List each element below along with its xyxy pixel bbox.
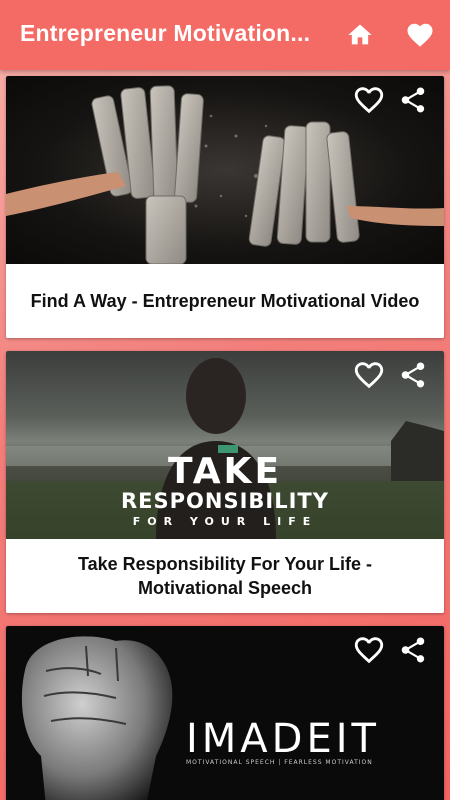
video-title[interactable]: Find A Way - Entrepreneur Motivational V… bbox=[6, 264, 444, 338]
video-title[interactable]: Take Responsibility For Your Life - Moti… bbox=[6, 539, 444, 613]
thumb-text-responsibility: RESPONSIBILITY bbox=[121, 489, 329, 513]
thumb-text-subtitle: MOTIVATIONAL SPEECH | FEARLESS MOTIVATIO… bbox=[186, 759, 373, 766]
thumb-text-take: TAKE bbox=[167, 451, 283, 492]
app-bar: Entrepreneur Motivation... bbox=[0, 0, 450, 70]
home-icon bbox=[348, 24, 372, 45]
video-card[interactable]: Find A Way - Entrepreneur Motivational V… bbox=[6, 76, 444, 338]
favorite-button[interactable] bbox=[351, 632, 387, 668]
share-button[interactable] bbox=[395, 82, 431, 118]
video-list[interactable]: Find A Way - Entrepreneur Motivational V… bbox=[0, 70, 450, 800]
heart-icon bbox=[407, 23, 433, 47]
app-title: Entrepreneur Motivation... bbox=[20, 20, 311, 46]
heart-outline-icon bbox=[354, 87, 384, 114]
share-icon bbox=[401, 362, 425, 388]
share-icon bbox=[401, 637, 425, 663]
heart-outline-icon bbox=[354, 362, 384, 389]
favorites-button[interactable] bbox=[402, 17, 438, 53]
share-button[interactable] bbox=[395, 357, 431, 393]
thumb-text-for-your-life: FOR YOUR LIFE bbox=[132, 515, 318, 528]
thumb-text-imadeit: IMADEIT bbox=[186, 716, 380, 762]
home-button[interactable] bbox=[342, 17, 378, 53]
favorite-button[interactable] bbox=[351, 357, 387, 393]
heart-outline-icon bbox=[354, 637, 384, 664]
video-card[interactable]: IMADEIT MOTIVATIONAL SPEECH | FEARLESS M… bbox=[6, 626, 444, 800]
share-icon bbox=[401, 87, 425, 113]
video-card[interactable]: TAKE RESPONSIBILITY FOR YOUR LIFE Take R… bbox=[6, 351, 444, 613]
favorite-button[interactable] bbox=[351, 82, 387, 118]
share-button[interactable] bbox=[395, 632, 431, 668]
